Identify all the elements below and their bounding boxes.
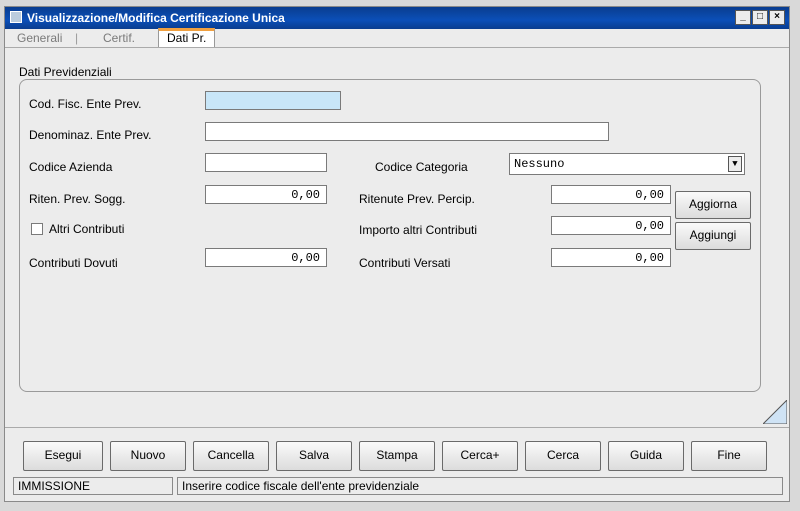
riten-prev-sogg-input[interactable]: 0,00 [205,185,327,204]
cerca-plus-button[interactable]: Cerca+ [442,441,518,471]
denominaz-input[interactable] [205,122,609,141]
status-message: Inserire codice fiscale dell'ente previd… [177,477,783,495]
codice-categoria-value: Nessuno [514,157,565,171]
stampa-button[interactable]: Stampa [359,441,435,471]
minimize-icon[interactable]: _ [735,10,751,25]
window-title: Visualizzazione/Modifica Certificazione … [27,11,285,25]
resize-corner-icon[interactable] [763,400,787,424]
status-mode: IMMISSIONE [13,477,173,495]
tab-generali[interactable]: Generali [17,29,62,47]
contributi-dovuti-label: Contributi Dovuti [29,256,118,270]
ritenute-prev-percip-label: Ritenute Prev. Percip. [359,192,475,206]
denominaz-label: Denominaz. Ente Prev. [29,128,152,142]
toolbar-divider [5,427,789,428]
tab-dati-pr[interactable]: Dati Pr. [158,28,216,48]
importo-altri-label: Importo altri Contributi [359,223,478,237]
guida-button[interactable]: Guida [608,441,684,471]
tab-divider [5,47,789,48]
close-icon[interactable]: × [769,10,785,25]
title-bar[interactable]: Visualizzazione/Modifica Certificazione … [5,7,789,29]
aggiorna-button[interactable]: Aggiorna [675,191,751,219]
codice-azienda-input[interactable] [205,153,327,172]
salva-button[interactable]: Salva [276,441,352,471]
cod-fisc-input[interactable] [205,91,341,110]
app-icon [10,11,22,23]
altri-contributi-label: Altri Contributi [49,222,125,236]
contributi-versati-label: Contributi Versati [359,256,451,270]
nuovo-button[interactable]: Nuovo [110,441,186,471]
esegui-button[interactable]: Esegui [23,441,103,471]
chevron-down-icon[interactable]: ▼ [728,156,742,172]
codice-azienda-label: Codice Azienda [29,160,113,174]
codice-categoria-select[interactable]: Nessuno ▼ [509,153,745,175]
maximize-icon[interactable]: □ [752,10,768,25]
group-title: Dati Previdenziali [19,65,112,79]
altri-contributi-checkbox[interactable] [31,223,43,235]
aggiungi-button[interactable]: Aggiungi [675,222,751,250]
contributi-dovuti-input[interactable]: 0,00 [205,248,327,267]
importo-altri-input[interactable]: 0,00 [551,216,671,235]
ritenute-prev-percip-input[interactable]: 0,00 [551,185,671,204]
contributi-versati-input[interactable]: 0,00 [551,248,671,267]
tab-separator-icon: | [75,31,79,45]
fine-button[interactable]: Fine [691,441,767,471]
main-window: Visualizzazione/Modifica Certificazione … [4,6,790,502]
riten-prev-sogg-label: Riten. Prev. Sogg. [29,192,126,206]
tab-certif[interactable]: Certif. [103,29,135,47]
codice-categoria-label: Codice Categoria [375,160,468,174]
cod-fisc-label: Cod. Fisc. Ente Prev. [29,97,142,111]
cancella-button[interactable]: Cancella [193,441,269,471]
cerca-button[interactable]: Cerca [525,441,601,471]
